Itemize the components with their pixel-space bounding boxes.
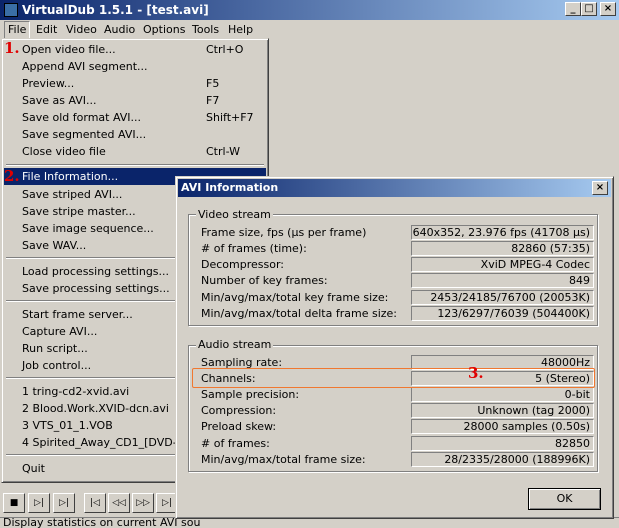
menu-item-save-segmented-avi[interactable]: Save segmented AVI...: [4, 126, 266, 143]
preload-skew-value: 28000 samples (0.50s): [411, 419, 594, 434]
menu-separator: [6, 164, 264, 166]
decompressor-label: Decompressor:: [201, 258, 284, 271]
dialog-title-bar: AVI Information ×: [178, 179, 611, 197]
menu-edit[interactable]: Edit: [32, 22, 61, 38]
go-start-icon[interactable]: |◁: [84, 493, 106, 513]
menu-tools[interactable]: Tools: [188, 22, 223, 38]
key-frames-label: Number of key frames:: [201, 274, 328, 287]
menu-item-append-avi-segment[interactable]: Append AVI segment...: [4, 58, 266, 75]
ok-button[interactable]: OK: [528, 488, 601, 510]
key-frame-size-label: Min/avg/max/total key frame size:: [201, 291, 389, 304]
fast-forward-icon[interactable]: ▷▷: [132, 493, 154, 513]
menu-file[interactable]: File: [4, 21, 31, 39]
menu-item-save-old-format-avi[interactable]: Save old format AVI... Shift+F7: [4, 109, 266, 126]
menu-options[interactable]: Options: [139, 22, 189, 38]
delta-frame-size-value: 123/6297/76039 (504400K): [411, 306, 594, 321]
audio-stream-title: Audio stream: [196, 338, 274, 351]
audio-frame-size-value: 28/2335/28000 (188996K): [411, 452, 594, 467]
audio-frames-value: 82850: [411, 436, 594, 451]
dialog-close-button[interactable]: ×: [592, 181, 608, 195]
key-frame-size-value: 2453/24185/76700 (20053K): [411, 290, 594, 305]
compression-value: Unknown (tag 2000): [411, 403, 594, 418]
menu-bar: File Edit Video Audio Options Tools Help: [0, 20, 619, 39]
menu-item-open-video-file[interactable]: Open video file... Ctrl+O: [4, 41, 266, 58]
menu-item-preview[interactable]: Preview... F5: [4, 75, 266, 92]
close-button[interactable]: ×: [600, 2, 616, 16]
play-input-icon[interactable]: ▷|: [28, 493, 50, 513]
delta-frame-size-label: Min/avg/max/total delta frame size:: [201, 307, 397, 320]
window-title: VirtualDub 1.5.1 - [test.avi]: [22, 3, 209, 17]
annotation-step-2: 2.: [4, 167, 20, 185]
menu-item-close-video-file[interactable]: Close video file Ctrl-W: [4, 143, 266, 160]
minimize-button[interactable]: _: [565, 2, 581, 16]
maximize-button[interactable]: □: [581, 2, 597, 16]
audio-frames-label: # of frames:: [201, 437, 270, 450]
frame-size-value: 640x352, 23.976 fps (41708 µs): [411, 225, 594, 240]
status-text: Display statistics on current AVI sou: [3, 517, 201, 528]
preload-skew-label: Preload skew:: [201, 420, 277, 433]
frame-size-label: Frame size, fps (µs per frame): [201, 226, 367, 239]
audio-frame-size-label: Min/avg/max/total frame size:: [201, 453, 366, 466]
decompressor-value: XviD MPEG-4 Codec: [411, 257, 594, 272]
stop-icon[interactable]: ■: [3, 493, 25, 513]
play-output-icon[interactable]: ▷|: [53, 493, 75, 513]
menu-video[interactable]: Video: [62, 22, 101, 38]
compression-label: Compression:: [201, 404, 277, 417]
video-stream-title: Video stream: [196, 208, 273, 221]
frame-count-value: 82860 (57:35): [411, 241, 594, 256]
sample-precision-label: Sample precision:: [201, 388, 300, 401]
rewind-icon[interactable]: ◁◁: [108, 493, 130, 513]
key-frames-value: 849: [411, 273, 594, 288]
annotation-step-1: 1.: [4, 39, 20, 57]
dialog-title: AVI Information: [181, 181, 279, 194]
title-bar: VirtualDub 1.5.1 - [test.avi] _ □ ×: [0, 0, 619, 20]
annotation-step-3: 3.: [468, 364, 484, 382]
frame-count-label: # of frames (time):: [201, 242, 307, 255]
menu-audio[interactable]: Audio: [100, 22, 139, 38]
app-icon[interactable]: [4, 3, 18, 17]
menu-help[interactable]: Help: [224, 22, 257, 38]
channels-highlight-box: [192, 368, 595, 388]
menu-item-save-as-avi[interactable]: Save as AVI... F7: [4, 92, 266, 109]
sample-precision-value: 0-bit: [411, 387, 594, 402]
